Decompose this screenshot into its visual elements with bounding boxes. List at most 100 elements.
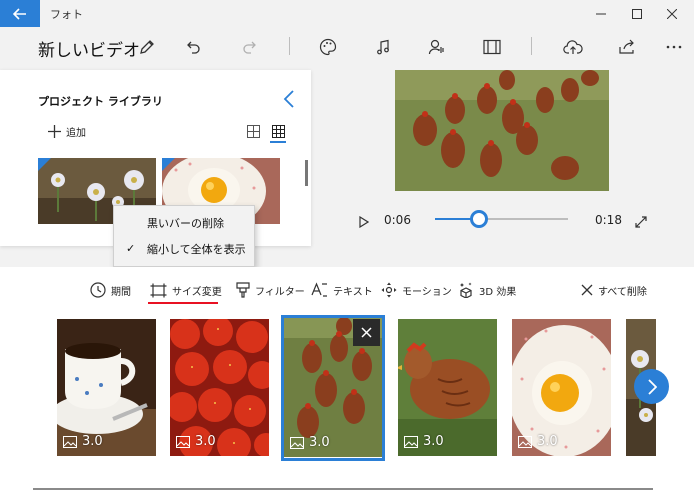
play-button[interactable] xyxy=(359,213,370,232)
redo-icon xyxy=(243,41,256,54)
motion-label: モーション xyxy=(402,286,452,298)
grid-large-icon[interactable] xyxy=(272,125,285,138)
redo-button[interactable] xyxy=(238,37,260,57)
clip-duration-value: 3.0 xyxy=(195,434,216,449)
plus-icon xyxy=(48,125,61,138)
share-button[interactable] xyxy=(616,37,638,57)
active-view-indicator xyxy=(270,141,286,143)
add-media-label: 追加 xyxy=(66,128,86,139)
palette-icon xyxy=(319,38,337,56)
clip-duration: 3.0 xyxy=(176,434,216,449)
media-used-badge xyxy=(38,158,51,171)
add-media-button[interactable]: 追加 xyxy=(48,124,86,139)
library-title: プロジェクト ライブラリ xyxy=(38,95,163,108)
text-icon xyxy=(311,282,327,297)
storyboard-clip-egg[interactable]: 3.0 xyxy=(512,319,611,456)
image-icon xyxy=(176,435,190,448)
project-title: 新しいビデオ xyxy=(38,41,140,61)
project-toolbar: 新しいビデオ xyxy=(0,27,694,67)
image-icon xyxy=(63,435,77,448)
clip-duration: 3.0 xyxy=(63,434,103,449)
undo-icon xyxy=(187,41,200,54)
filters-label: フィルター xyxy=(255,286,305,298)
3d-effects-label: 3D 効果 xyxy=(479,286,517,298)
minimize-icon xyxy=(596,13,606,15)
toolbar-divider xyxy=(531,37,532,55)
chickens-preview-image xyxy=(395,70,609,191)
filters-button[interactable]: フィルター xyxy=(236,280,305,300)
menu-item-remove-black-bars[interactable]: 黒いバーの削除 xyxy=(114,210,254,236)
clip-duration-value: 3.0 xyxy=(82,434,103,449)
storyboard-clip-hen[interactable]: 3.0 xyxy=(398,319,497,456)
text-button[interactable]: テキスト xyxy=(311,280,373,300)
image-icon xyxy=(404,435,418,448)
clip-duration: 3.0 xyxy=(404,434,444,449)
scroll-right-button[interactable] xyxy=(634,369,669,404)
seek-bar[interactable] xyxy=(435,210,568,228)
upload-button[interactable] xyxy=(562,37,584,57)
3d-effects-button[interactable]: 3D 効果 xyxy=(458,280,516,300)
duration-button[interactable]: 期間 xyxy=(90,280,131,300)
clip-duration-value: 3.0 xyxy=(537,434,558,449)
close-icon xyxy=(361,327,372,338)
share-icon xyxy=(619,39,634,54)
back-button[interactable] xyxy=(0,0,40,27)
more-icon xyxy=(666,45,682,49)
text-label: テキスト xyxy=(333,286,373,298)
pencil-icon xyxy=(140,40,154,54)
menu-item-label: 黒いバーの削除 xyxy=(147,217,224,230)
total-time: 0:18 xyxy=(595,213,622,227)
title-bar: フォト xyxy=(0,0,694,27)
undo-button[interactable] xyxy=(183,37,205,57)
close-window-button[interactable] xyxy=(650,2,694,26)
fullscreen-icon xyxy=(635,216,647,228)
video-preview[interactable] xyxy=(395,70,609,191)
fullscreen-button[interactable] xyxy=(635,213,647,232)
aspect-ratio-icon xyxy=(483,39,501,55)
clip-duration: 3.0 xyxy=(518,434,558,449)
storyboard-clip-coffee[interactable]: 3.0 xyxy=(57,319,156,456)
image-icon xyxy=(518,435,532,448)
current-time: 0:06 xyxy=(384,213,411,227)
theme-button[interactable] xyxy=(317,37,339,57)
play-icon xyxy=(359,215,370,229)
menu-item-shrink-to-fit[interactable]: ✓ 縮小して全体を表示 xyxy=(114,236,254,262)
custom-audio-button[interactable] xyxy=(426,37,448,57)
remove-all-button[interactable]: すべて削除 xyxy=(581,280,647,300)
media-used-badge xyxy=(162,158,175,171)
cloud-upload-icon xyxy=(563,40,583,54)
storyboard-clip-strawberries[interactable]: 3.0 xyxy=(170,319,269,456)
resize-context-menu: 黒いバーの削除 ✓ 縮小して全体を表示 xyxy=(113,205,255,267)
playback-bar: 0:06 0:18 xyxy=(350,205,670,235)
checkmark-icon: ✓ xyxy=(126,242,136,255)
more-button[interactable] xyxy=(663,37,685,57)
storyboard-scrollbar[interactable] xyxy=(33,488,653,490)
chevron-right-icon xyxy=(647,378,657,395)
music-icon xyxy=(377,39,389,55)
remove-clip-button[interactable] xyxy=(353,319,380,346)
clock-icon xyxy=(90,282,106,298)
filter-icon xyxy=(236,282,250,298)
collapse-library-button[interactable] xyxy=(283,90,295,112)
resize-button[interactable]: サイズ変更 xyxy=(150,280,222,300)
clip-duration-value: 3.0 xyxy=(423,434,444,449)
resize-icon xyxy=(150,283,167,297)
arrow-left-icon xyxy=(13,7,26,20)
motion-icon xyxy=(381,282,397,298)
duration-label: 期間 xyxy=(111,286,131,298)
aspect-ratio-button[interactable] xyxy=(481,37,503,57)
app-title: フォト xyxy=(50,8,83,21)
toolbar-divider xyxy=(289,37,290,55)
3d-effects-icon xyxy=(460,282,472,298)
rename-button[interactable] xyxy=(136,37,158,57)
seek-bar-thumb[interactable] xyxy=(469,210,488,228)
remove-all-label: すべて削除 xyxy=(598,286,647,298)
grid-small-icon[interactable] xyxy=(247,125,260,138)
background-music-button[interactable] xyxy=(372,37,394,57)
close-icon xyxy=(667,9,677,19)
resize-label: サイズ変更 xyxy=(172,286,222,298)
menu-item-label: 縮小して全体を表示 xyxy=(147,243,246,256)
motion-button[interactable]: モーション xyxy=(381,280,452,300)
maximize-icon xyxy=(632,9,642,19)
library-scrollbar[interactable] xyxy=(305,160,308,186)
